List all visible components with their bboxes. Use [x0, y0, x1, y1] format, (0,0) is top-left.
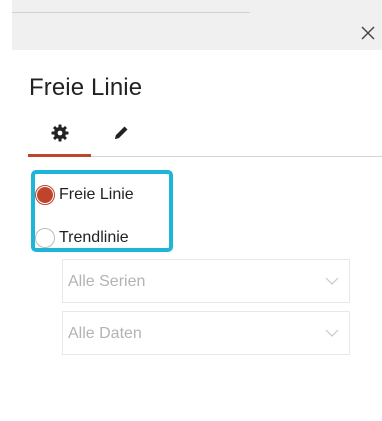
panel-header-bar	[12, 0, 382, 50]
chevron-down-icon	[325, 277, 339, 285]
close-icon	[361, 26, 375, 40]
tab-settings[interactable]	[28, 112, 91, 154]
radio-label: Freie Linie	[59, 186, 134, 203]
series-select[interactable]: Alle Serien	[62, 259, 350, 303]
tabs-divider	[91, 156, 382, 157]
data-select[interactable]: Alle Daten	[62, 311, 350, 355]
chevron-down-icon	[325, 329, 339, 337]
line-type-radio-group: Freie Linie Trendlinie	[31, 170, 173, 252]
radio-label: Trendlinie	[59, 229, 129, 246]
tab-edit[interactable]	[103, 112, 139, 154]
radio-unchecked-icon	[35, 228, 55, 248]
panel-tabs	[28, 112, 382, 158]
active-tab-indicator	[28, 154, 91, 157]
format-panel: Freie Linie Freie Linie Trendlinie Alle …	[12, 0, 382, 421]
close-button[interactable]	[354, 20, 382, 46]
pencil-icon	[115, 126, 128, 139]
data-select-value: Alle Daten	[68, 325, 142, 342]
radio-dot	[37, 187, 53, 203]
panel-title: Freie Linie	[29, 74, 143, 101]
series-select-value: Alle Serien	[68, 273, 146, 290]
radio-checked-icon	[35, 185, 55, 205]
gear-icon	[51, 124, 68, 142]
radio-trendlinie[interactable]: Trendlinie	[35, 224, 129, 252]
radio-freie-linie[interactable]: Freie Linie	[35, 181, 134, 209]
header-divider	[12, 12, 250, 13]
